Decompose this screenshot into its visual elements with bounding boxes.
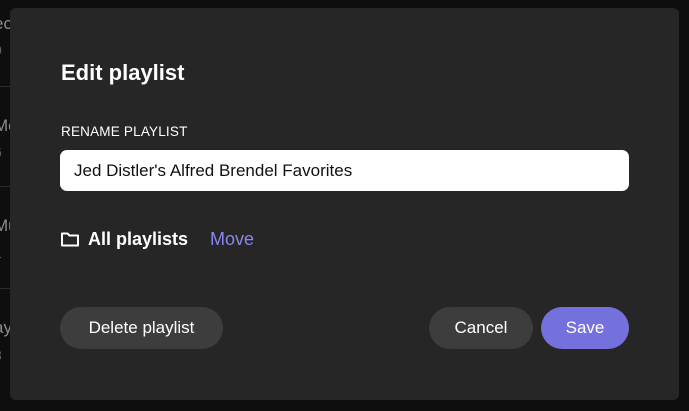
move-link[interactable]: Move (210, 229, 254, 250)
rename-playlist-label: RENAME PLAYLIST (61, 124, 188, 139)
dialog-title: Edit playlist (61, 60, 185, 85)
background-item-subtitle: 1 (0, 243, 2, 263)
folder-icon (60, 230, 80, 248)
delete-playlist-button[interactable]: Delete playlist (60, 307, 223, 349)
background-item-subtitle: 6 (0, 142, 2, 162)
location-label: All playlists (88, 228, 189, 249)
background-item-subtitle: 0 (0, 40, 2, 60)
background-item-subtitle: 3 (0, 345, 2, 365)
edit-playlist-dialog: Edit playlist RENAME PLAYLIST All playli… (10, 8, 679, 400)
playlist-location: All playlists Move (60, 227, 254, 251)
cancel-button[interactable]: Cancel (429, 307, 533, 349)
save-button[interactable]: Save (541, 307, 629, 349)
rename-playlist-input[interactable] (60, 150, 629, 191)
